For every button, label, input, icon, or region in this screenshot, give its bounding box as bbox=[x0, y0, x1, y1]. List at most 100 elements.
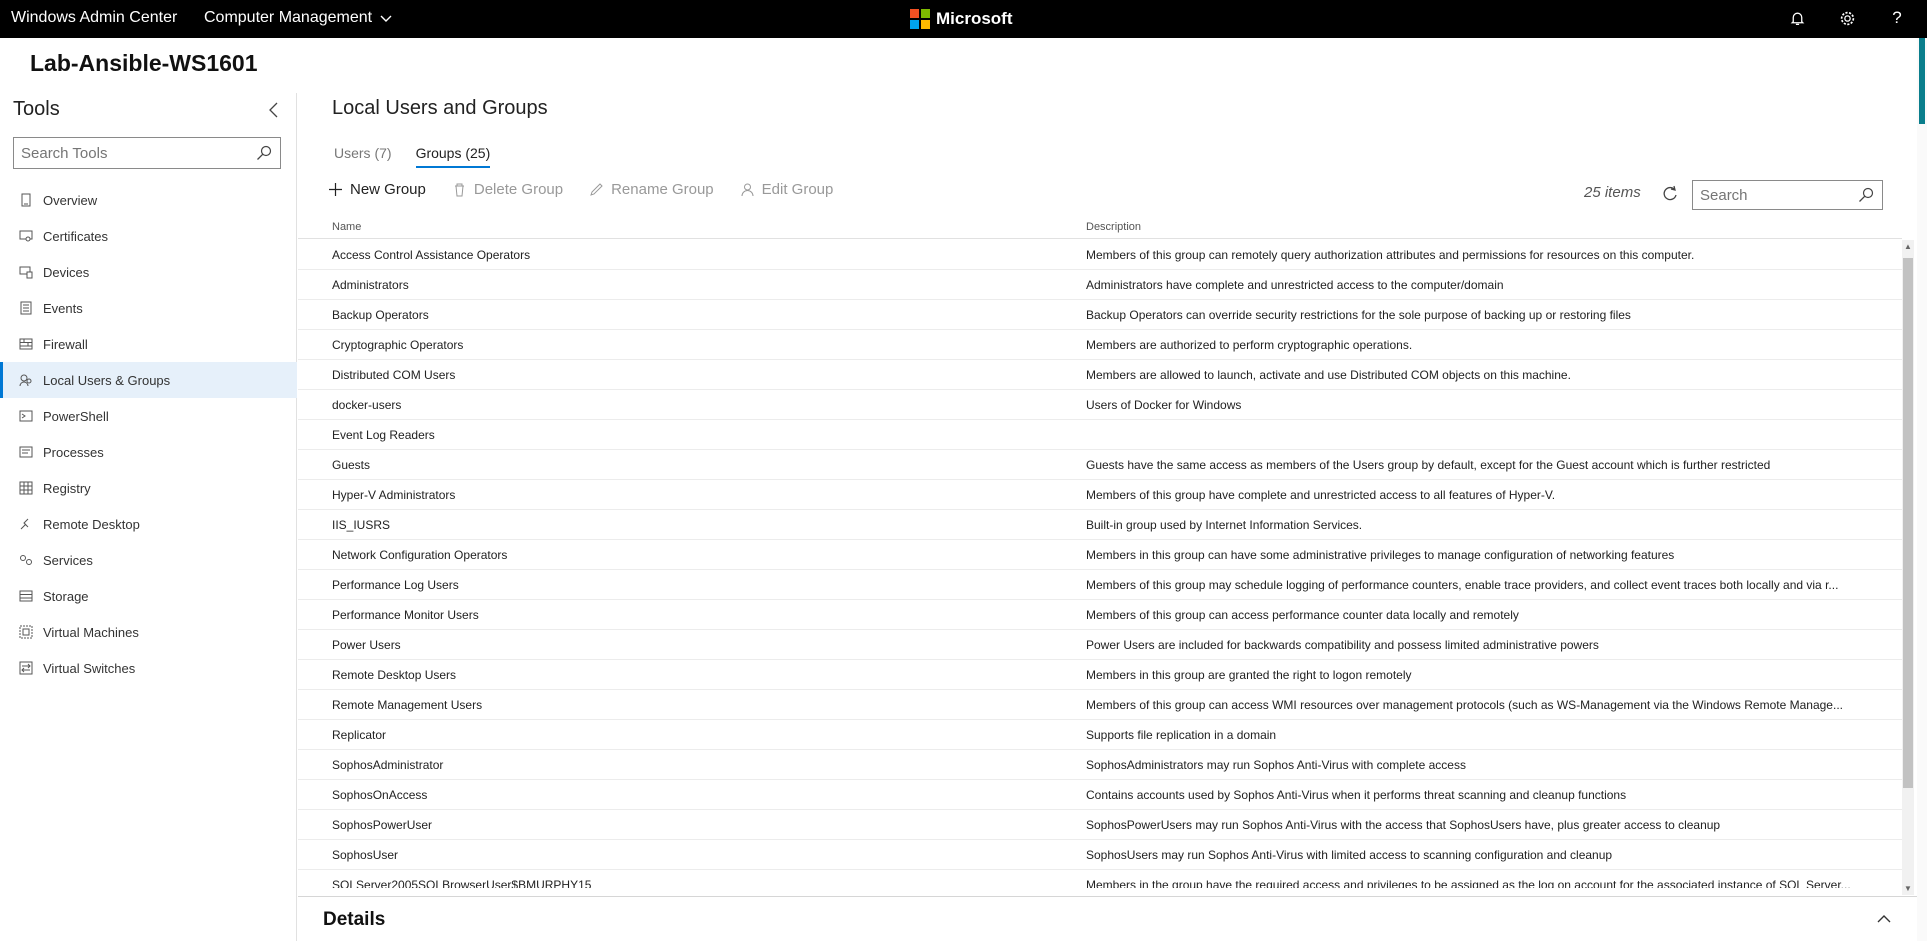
new-group-button[interactable]: New Group bbox=[328, 181, 426, 198]
cell-name: Guests bbox=[332, 457, 371, 472]
sidebar-item-processes[interactable]: Processes bbox=[0, 434, 297, 470]
table-row[interactable]: Network Configuration Operators Members i… bbox=[298, 540, 1902, 570]
table-row[interactable]: Performance Monitor Users Members of this… bbox=[298, 600, 1902, 630]
cell-name: Performance Log Users bbox=[332, 577, 459, 592]
sidebar-item-remote-desktop[interactable]: Remote Desktop bbox=[0, 506, 297, 542]
delete-group-button[interactable]: Delete Group bbox=[452, 181, 563, 198]
app-title[interactable]: Windows Admin Center bbox=[11, 9, 177, 27]
cell-name: Replicator bbox=[332, 727, 387, 742]
table-row[interactable]: SophosPowerUser SophosPowerUsers may run … bbox=[298, 810, 1902, 840]
table-row[interactable]: Power Users Power Users are included for … bbox=[298, 630, 1902, 660]
column-header-name[interactable]: Name bbox=[298, 221, 1086, 233]
sidebar-item-storage[interactable]: Storage bbox=[0, 578, 297, 614]
cell-name: SophosAdministrator bbox=[332, 757, 444, 772]
cell-name: Distributed COM Users bbox=[332, 367, 456, 382]
sidebar-item-services[interactable]: Services bbox=[0, 542, 297, 578]
table-row[interactable]: Access Control Assistance Operators Membe… bbox=[298, 240, 1902, 270]
table-row[interactable]: SophosAdministrator SophosAdministrators … bbox=[298, 750, 1902, 780]
cell-description: Built-in group used by Internet Informat… bbox=[1086, 517, 1363, 532]
table-row[interactable]: IIS_IUSRS Built-in group used by Internet… bbox=[298, 510, 1902, 540]
groups-table: Name Description Access Control Assistan… bbox=[298, 215, 1902, 888]
cell-name: Remote Desktop Users bbox=[332, 667, 457, 682]
context-menu[interactable]: Computer Management bbox=[204, 9, 392, 27]
powershell-icon bbox=[19, 409, 33, 423]
users-icon bbox=[19, 373, 33, 387]
table-row[interactable]: docker-users Users of Docker for Windows bbox=[298, 390, 1902, 420]
cell-description: Guests have the same access as members o… bbox=[1086, 457, 1771, 472]
cell-description: Members of this group can access perform… bbox=[1086, 607, 1519, 622]
page-title: Local Users and Groups bbox=[332, 97, 548, 119]
table-body: Access Control Assistance Operators Membe… bbox=[298, 240, 1902, 888]
search-icon[interactable] bbox=[1858, 187, 1874, 203]
sidebar-item-firewall[interactable]: Firewall bbox=[0, 326, 297, 362]
table-header: Name Description bbox=[298, 215, 1902, 239]
sidebar-item-label: Local Users & Groups bbox=[43, 372, 171, 388]
tab-users[interactable]: Users (7) bbox=[334, 145, 392, 168]
sidebar-item-label: Storage bbox=[43, 588, 89, 604]
table-row[interactable]: SQLServer2005SQLBrowserUser$BMURPHY15 Mem… bbox=[298, 870, 1902, 889]
cell-name: Access Control Assistance Operators bbox=[332, 247, 531, 262]
page-scrollbar[interactable] bbox=[1917, 38, 1927, 941]
cell-name: SophosPowerUser bbox=[332, 817, 433, 832]
cell-name: Power Users bbox=[332, 637, 401, 652]
help-icon[interactable]: ? bbox=[1887, 8, 1907, 28]
scroll-down-icon[interactable]: ▼ bbox=[1904, 884, 1912, 893]
table-row[interactable]: SophosOnAccess Contains accounts used by … bbox=[298, 780, 1902, 810]
cell-name: IIS_IUSRS bbox=[332, 517, 391, 532]
certificates-icon bbox=[19, 229, 33, 243]
virtual-machines-icon bbox=[19, 625, 33, 639]
sidebar-item-label: Virtual Machines bbox=[43, 624, 139, 640]
devices-icon bbox=[19, 265, 33, 279]
table-row[interactable]: Performance Log Users Members of this gro… bbox=[298, 570, 1902, 600]
services-icon bbox=[19, 553, 33, 567]
sidebar-item-events[interactable]: Events bbox=[0, 290, 297, 326]
page-scrollbar-thumb[interactable] bbox=[1919, 38, 1925, 124]
table-row[interactable]: Administrators Administrators have comple… bbox=[298, 270, 1902, 300]
cell-name: Event Log Readers bbox=[332, 427, 435, 442]
sidebar-item-overview[interactable]: Overview bbox=[0, 182, 297, 218]
main-content: Local Users and Groups Users (7) Groups … bbox=[298, 93, 1927, 941]
tab-groups[interactable]: Groups (25) bbox=[415, 145, 491, 168]
trash-icon bbox=[454, 183, 464, 197]
notifications-icon[interactable] bbox=[1787, 8, 1807, 28]
cell-description: SophosPowerUsers may run Sophos Anti-Vir… bbox=[1086, 817, 1721, 832]
refresh-icon[interactable] bbox=[1661, 185, 1679, 203]
table-row[interactable]: Cryptographic Operators Members are autho… bbox=[298, 330, 1902, 360]
search-icon[interactable] bbox=[256, 145, 272, 161]
rename-group-button[interactable]: Rename Group bbox=[589, 181, 714, 198]
plus-icon bbox=[329, 183, 342, 196]
sidebar-item-registry[interactable]: Registry bbox=[0, 470, 297, 506]
scrollbar-thumb[interactable] bbox=[1903, 258, 1913, 788]
cell-name: Hyper-V Administrators bbox=[332, 487, 456, 502]
cell-description: Members in this group are granted the ri… bbox=[1086, 667, 1412, 682]
table-scrollbar[interactable]: ▲ ▼ bbox=[1902, 240, 1914, 895]
microsoft-windows-icon bbox=[910, 9, 930, 29]
collapse-sidebar-icon[interactable] bbox=[266, 101, 282, 119]
column-header-description[interactable]: Description bbox=[1086, 221, 1902, 233]
sidebar-item-devices[interactable]: Devices bbox=[0, 254, 297, 290]
tools-nav: Overview Certificates Devices Events Fir… bbox=[0, 182, 297, 686]
table-row[interactable]: Guests Guests have the same access as mem… bbox=[298, 450, 1902, 480]
edit-group-button[interactable]: Edit Group bbox=[740, 181, 833, 198]
gear-icon[interactable] bbox=[1837, 8, 1857, 28]
table-row[interactable]: Replicator Supports file replication in a… bbox=[298, 720, 1902, 750]
events-icon bbox=[19, 301, 33, 315]
search-tools-input[interactable] bbox=[14, 138, 239, 168]
table-row[interactable]: SophosUser SophosUsers may run Sophos Ant… bbox=[298, 840, 1902, 870]
sidebar-item-powershell[interactable]: PowerShell bbox=[0, 398, 297, 434]
table-row[interactable]: Backup Operators Backup Operators can ove… bbox=[298, 300, 1902, 330]
table-row[interactable]: Event Log Readers bbox=[298, 420, 1902, 450]
table-row[interactable]: Remote Desktop Users Members in this grou… bbox=[298, 660, 1902, 690]
chevron-up-icon[interactable] bbox=[1876, 911, 1892, 927]
sidebar-item-certificates[interactable]: Certificates bbox=[0, 218, 297, 254]
table-row[interactable]: Remote Management Users Members of this g… bbox=[298, 690, 1902, 720]
cell-description: Members in this group can have some admi… bbox=[1086, 547, 1675, 562]
sidebar-item-local-users-groups[interactable]: Local Users & Groups bbox=[0, 362, 297, 398]
sidebar-item-virtual-switches[interactable]: Virtual Switches bbox=[0, 650, 297, 686]
scroll-up-icon[interactable]: ▲ bbox=[1904, 242, 1912, 251]
table-row[interactable]: Distributed COM Users Members are allowed… bbox=[298, 360, 1902, 390]
search-input[interactable] bbox=[1693, 181, 1853, 209]
sidebar-item-virtual-machines[interactable]: Virtual Machines bbox=[0, 614, 297, 650]
table-row[interactable]: Hyper-V Administrators Members of this gr… bbox=[298, 480, 1902, 510]
cell-description: Members are authorized to perform crypto… bbox=[1086, 337, 1413, 352]
